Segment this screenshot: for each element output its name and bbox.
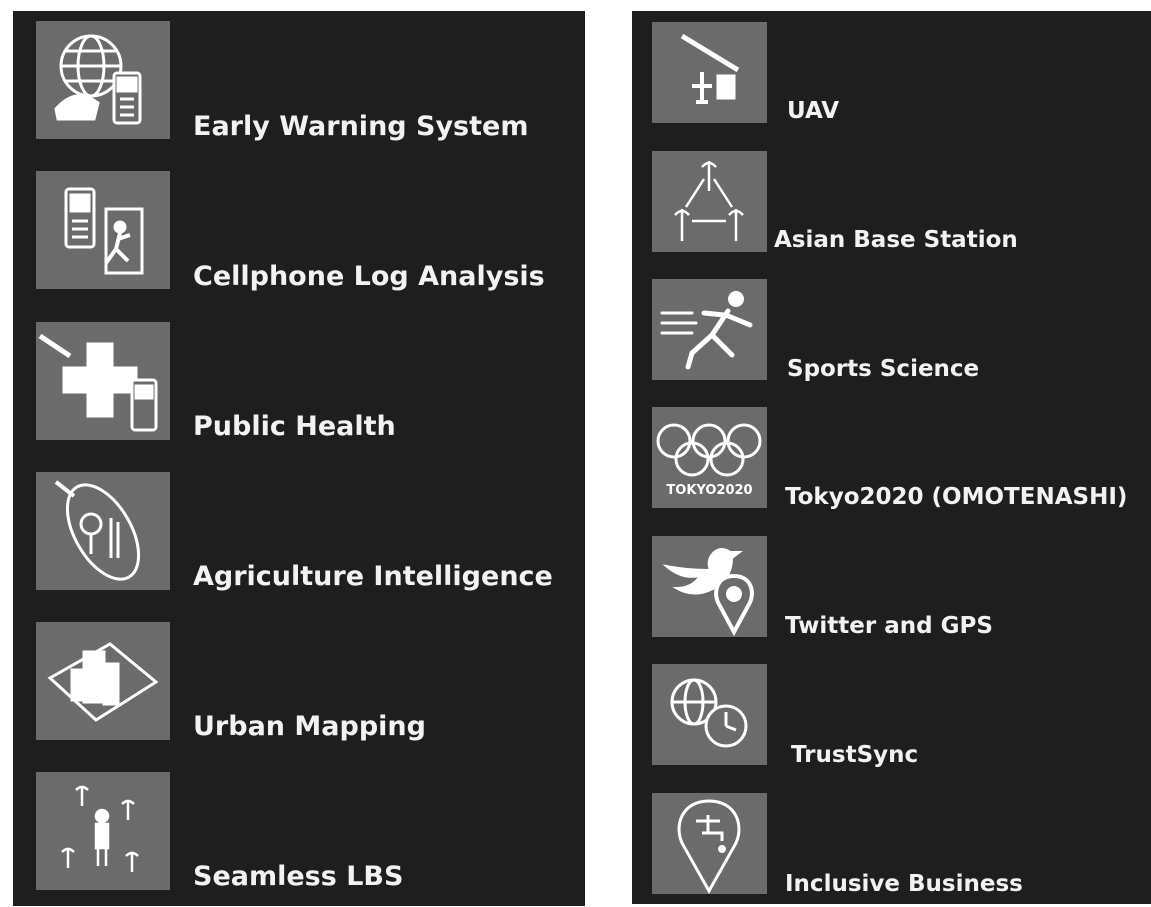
- tile-label: Asian Base Station: [774, 227, 1018, 253]
- globe-clock-icon: [652, 664, 767, 765]
- water-tap-pin-icon: [652, 793, 767, 894]
- tile-label: Inclusive Business: [785, 871, 1023, 897]
- tile-label: TrustSync: [791, 742, 919, 768]
- runner-icon: [652, 279, 767, 380]
- medical-cross-icon: [36, 322, 170, 440]
- left-panel: Early Warning System Cellphone Log Analy…: [13, 11, 585, 906]
- tile-label: Cellphone Log Analysis: [193, 261, 545, 292]
- person-antennas-icon: [36, 772, 170, 890]
- city-buildings-icon: [36, 622, 170, 740]
- tile-label: UAV: [787, 98, 840, 124]
- antenna-triangle-icon: [652, 151, 767, 252]
- tile-label: Tokyo2020 (OMOTENASHI): [785, 484, 1128, 510]
- bird-location-pin-icon: [652, 536, 767, 637]
- tile-label: Twitter and GPS: [785, 613, 993, 639]
- phone-exit-door-icon: [36, 171, 170, 289]
- tile-label: Agriculture Intelligence: [193, 561, 553, 592]
- right-panel: UAV Asian Base Station Sports Science TO…: [632, 11, 1151, 904]
- satellite-drone-icon: [652, 22, 767, 123]
- tile-label: Urban Mapping: [193, 711, 426, 742]
- tokyo2020-icon-text: TOKYO2020: [666, 483, 753, 498]
- tile-label: Early Warning System: [193, 111, 529, 142]
- tile-label: Seamless LBS: [193, 861, 404, 892]
- tile-label: Public Health: [193, 411, 396, 442]
- agriculture-orbit-icon: [36, 472, 170, 590]
- tile-label: Sports Science: [787, 356, 980, 382]
- olympic-rings-icon: TOKYO2020: [652, 407, 767, 508]
- globe-helmet-phone-icon: [36, 21, 170, 139]
